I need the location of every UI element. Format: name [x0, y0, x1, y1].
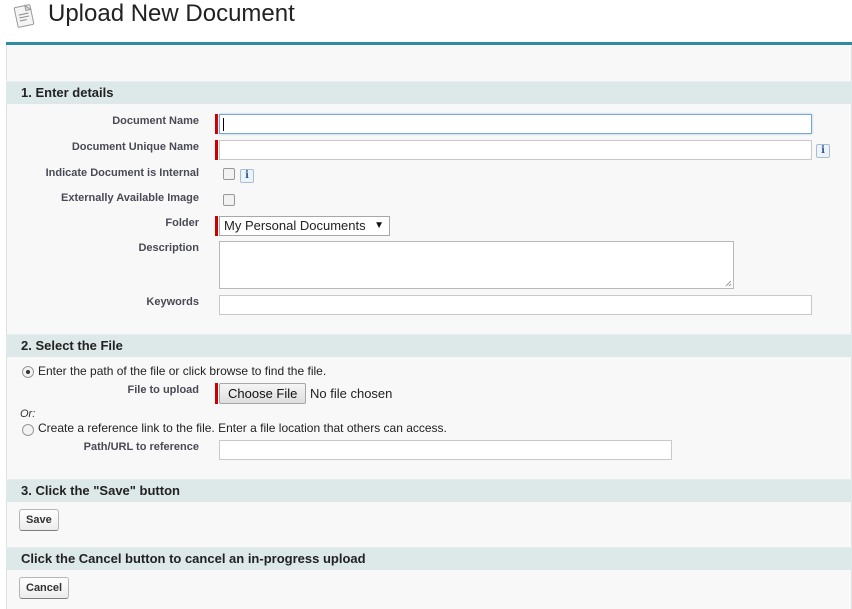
section-title: Click the Cancel button to cancel an in-…	[21, 551, 366, 566]
resize-grip-icon[interactable]	[725, 280, 732, 287]
internal-label: Indicate Document is Internal	[45, 167, 199, 179]
file-status-text: No file chosen	[310, 386, 393, 401]
page-header: Upload New Document	[0, 0, 852, 44]
section-cancel: Click the Cancel button to cancel an in-…	[6, 547, 852, 570]
path-url-input[interactable]	[219, 440, 672, 460]
choose-file-button[interactable]: Choose File	[219, 383, 307, 404]
section-title: 2. Select the File	[21, 338, 123, 353]
or-label: Or:	[20, 408, 36, 420]
section-save: 3. Click the "Save" button	[6, 479, 852, 502]
page-title: Upload New Document	[48, 0, 295, 27]
keywords-input[interactable]	[219, 295, 812, 315]
description-textarea[interactable]	[219, 241, 734, 289]
section-title: 3. Click the "Save" button	[21, 483, 180, 498]
file-to-upload-label: File to upload	[127, 384, 200, 396]
path-url-label: Path/URL to reference	[83, 441, 199, 453]
document-icon	[13, 4, 35, 28]
section-enter-details: 1. Enter details	[6, 81, 852, 104]
internal-checkbox[interactable]	[223, 168, 235, 180]
dropdown-arrow-icon: ▼	[374, 220, 384, 231]
save-button[interactable]: Save	[19, 509, 59, 531]
radio-selected-dot	[26, 370, 30, 374]
section-select-file: 2. Select the File	[6, 334, 852, 357]
document-name-input[interactable]	[219, 114, 812, 134]
folder-selected-value: My Personal Documents	[224, 218, 366, 233]
document-name-label: Document Name	[112, 115, 199, 127]
folder-label: Folder	[165, 217, 199, 229]
description-label: Description	[138, 242, 199, 254]
text-caret	[223, 118, 224, 131]
required-indicator	[215, 114, 218, 134]
document-unique-name-input[interactable]	[219, 140, 812, 160]
cancel-button[interactable]: Cancel	[19, 577, 70, 599]
info-icon[interactable]: i	[816, 144, 830, 158]
required-indicator	[215, 140, 218, 160]
info-icon[interactable]: i	[240, 169, 254, 183]
section-title: 1. Enter details	[21, 85, 114, 100]
reference-option-label: Create a reference link to the file. Ent…	[38, 421, 447, 435]
upload-file-radio[interactable]	[22, 366, 34, 378]
required-indicator	[215, 216, 218, 236]
external-image-checkbox[interactable]	[223, 194, 235, 206]
upload-option-label: Enter the path of the file or click brow…	[38, 364, 327, 378]
keywords-label: Keywords	[146, 296, 199, 308]
folder-select[interactable]: My Personal Documents ▼	[219, 216, 390, 236]
required-indicator	[215, 383, 218, 404]
reference-link-radio[interactable]	[22, 424, 34, 436]
document-unique-name-label: Document Unique Name	[71, 141, 199, 153]
external-image-label: Externally Available Image	[61, 192, 199, 204]
